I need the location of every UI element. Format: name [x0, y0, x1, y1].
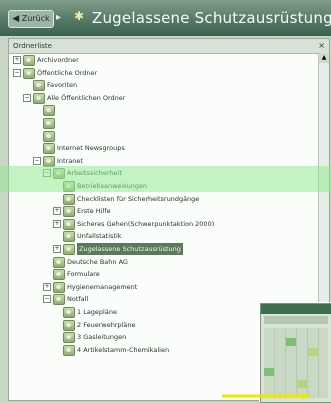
- tree-item-label: Unfallstatistik: [77, 232, 122, 241]
- tree-item-label: 3 Gasleitungen: [77, 333, 127, 342]
- folder-icon: [63, 244, 75, 255]
- scroll-up-icon[interactable]: ▲: [319, 53, 329, 63]
- folder-icon: [23, 55, 35, 66]
- back-button[interactable]: ◀ Zurück: [8, 10, 54, 28]
- tree-item-label: Sicheres Gehen(Schwerpunktaktion 2000): [77, 219, 215, 228]
- back-label: Zurück: [21, 14, 50, 23]
- title-bar: ◀ Zurück ▸ ✱ Zugelassene Schutzausrüstun…: [0, 0, 331, 36]
- expand-icon[interactable]: +: [13, 56, 21, 64]
- tree-item-label: Alle Öffentlichen Ordner: [47, 93, 126, 102]
- folder-star-icon: ✱: [74, 9, 85, 23]
- expand-icon[interactable]: +: [43, 282, 51, 291]
- tree-item-label: 4 Artikelstamm-Chemikalien: [77, 345, 170, 354]
- folder-icon: [33, 80, 45, 92]
- inset-titlebar: [261, 304, 331, 314]
- tree-item-label: Hygienemanagement: [67, 282, 138, 291]
- folder-icon: [63, 218, 75, 230]
- tree-item-label: Zugelassene Schutzausrüstung: [77, 243, 183, 255]
- collapse-icon[interactable]: −: [43, 295, 51, 304]
- folder-icon: [43, 118, 55, 129]
- tree-item-label: Archivordner: [37, 56, 79, 64]
- expand-icon[interactable]: +: [53, 245, 61, 253]
- tree-item-label: Internet Newsgroups: [57, 144, 125, 153]
- folder-icon: [63, 319, 75, 331]
- folder-icon: [63, 193, 75, 205]
- folder-icon: [63, 332, 75, 344]
- folder-icon: [43, 105, 55, 117]
- close-icon[interactable]: ×: [318, 39, 325, 53]
- tree-item-label: Deutsche Bahn AG: [67, 257, 128, 266]
- folder-icon: [53, 281, 65, 293]
- inset-cell: [297, 380, 307, 388]
- expand-icon[interactable]: +: [53, 219, 61, 228]
- inset-screenshot: [260, 303, 331, 403]
- arrow-left-icon: ◀: [12, 14, 20, 24]
- folder-icon: [53, 256, 65, 268]
- tree-item-label: 2 Feuerwehrpläne: [77, 320, 136, 329]
- folder-icon: [63, 344, 75, 356]
- tree-item-label: Notfall: [67, 295, 89, 304]
- collapse-icon[interactable]: −: [23, 93, 31, 102]
- tree-item-label: Öffentliche Ordner: [37, 68, 98, 77]
- intranet-highlight-band: [0, 166, 331, 192]
- inset-cell: [286, 338, 296, 346]
- forward-button[interactable]: ▸: [56, 10, 70, 26]
- collapse-icon[interactable]: −: [13, 68, 21, 77]
- folder-icon: [63, 307, 75, 318]
- folder-icon: [53, 294, 65, 306]
- inset-cell: [264, 368, 274, 376]
- pane-title: Ordnerliste: [13, 42, 52, 50]
- tree-item-label: Erste Hilfe: [77, 207, 111, 216]
- tree-item-label: 1 Lagepläne: [77, 308, 117, 316]
- pointer-arrow-icon: [222, 393, 312, 399]
- inset-toolbar: [264, 316, 328, 324]
- tree-item-label: Intranet: [57, 156, 83, 165]
- folder-icon: [53, 269, 65, 281]
- inset-cell: [308, 348, 318, 356]
- collapse-icon[interactable]: −: [33, 156, 41, 165]
- folder-icon: [43, 130, 55, 142]
- inset-grid: [264, 328, 328, 398]
- expand-icon[interactable]: +: [53, 207, 61, 216]
- tree-item-label: Checklisten für Sicherheitsrundgänge: [77, 194, 200, 203]
- folder-icon: [33, 92, 45, 104]
- arrow-right-icon: ▸: [56, 12, 62, 23]
- tree-item-label: Formulare: [67, 270, 100, 279]
- folder-icon: [23, 67, 35, 79]
- window-title: Zugelassene Schutzausrüstung: [92, 9, 331, 27]
- pane-header: Ordnerliste ×: [9, 39, 329, 54]
- folder-icon: [63, 231, 75, 243]
- folder-icon: [63, 206, 75, 218]
- folder-icon: [43, 143, 55, 155]
- tree-item-label: Favoriten: [47, 81, 78, 90]
